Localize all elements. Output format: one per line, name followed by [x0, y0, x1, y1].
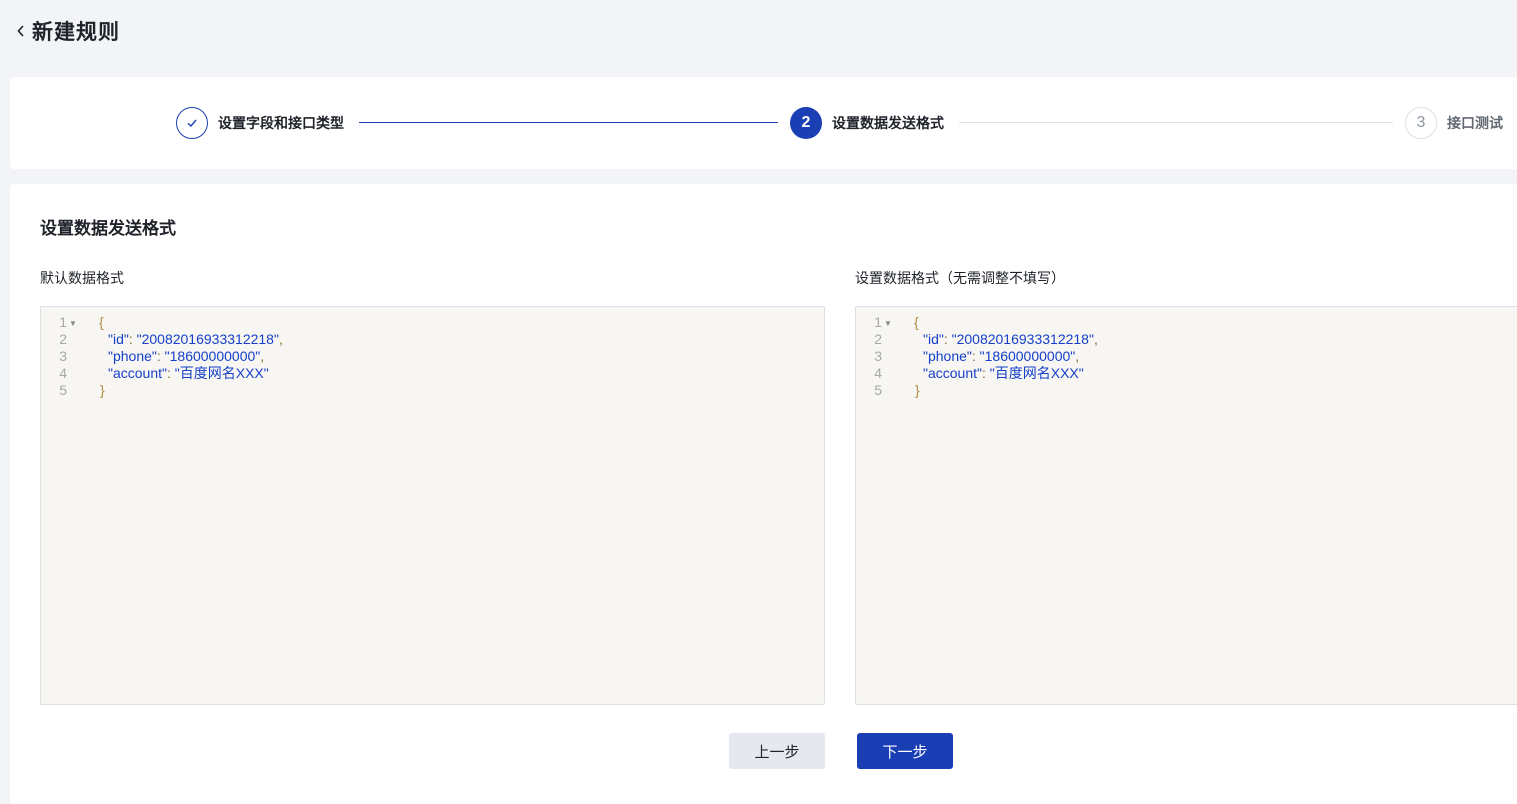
- code-line: 1 ▼ {: [41, 314, 104, 332]
- step-1-label: 设置字段和接口类型: [218, 115, 344, 131]
- fold-arrow-icon[interactable]: ▼: [882, 315, 894, 332]
- line-number: 2: [874, 331, 882, 347]
- line-number: 4: [59, 365, 67, 381]
- code-token: "account": [923, 365, 982, 381]
- code-line: 2 "id": "20082016933312218",: [856, 331, 1098, 348]
- line-number: 4: [874, 365, 882, 381]
- code-line: 2 "id": "20082016933312218",: [41, 331, 283, 348]
- code-token: "20082016933312218": [136, 331, 279, 347]
- code-token: {: [914, 314, 919, 330]
- code-token: "account": [108, 365, 167, 381]
- code-line: 1 ▼ {: [856, 314, 919, 332]
- step-connector-2: [959, 122, 1393, 123]
- code-token: "id": [923, 331, 944, 347]
- step-2[interactable]: 2 设置数据发送格式: [790, 107, 944, 139]
- fold-arrow-icon[interactable]: ▼: [67, 315, 79, 332]
- code-token: {: [99, 314, 104, 330]
- code-line: 3 "phone": "18600000000",: [856, 348, 1079, 365]
- main-card: 设置数据发送格式 默认数据格式 1 ▼{ 2 "id": "200820169333…: [10, 184, 1517, 804]
- code-line: 4 "account": "百度网名XXX": [856, 365, 1084, 382]
- code-line: 5}: [856, 382, 920, 399]
- code-token: "百度网名XXX": [989, 365, 1084, 381]
- code-token: }: [915, 382, 920, 398]
- line-number: 5: [59, 382, 67, 398]
- line-number: 3: [59, 348, 67, 364]
- code-token: }: [100, 382, 105, 398]
- code-line: 3 "phone": "18600000000",: [41, 348, 264, 365]
- code-token: "18600000000": [979, 348, 1076, 364]
- page-title: 新建规则: [32, 21, 120, 44]
- prev-step-button[interactable]: 上一步: [729, 733, 825, 769]
- line-number: 2: [59, 331, 67, 347]
- check-icon: [176, 107, 208, 139]
- steps-card: 设置字段和接口类型 2 设置数据发送格式 3 接口测试: [10, 77, 1517, 169]
- left-editor-label: 默认数据格式: [40, 270, 124, 286]
- line-number: 1: [874, 314, 882, 330]
- code-token: "phone": [108, 348, 157, 364]
- step-3[interactable]: 3 接口测试: [1405, 107, 1503, 139]
- step-1[interactable]: 设置字段和接口类型: [176, 107, 344, 139]
- line-number: 3: [874, 348, 882, 364]
- line-number: 1: [59, 314, 67, 330]
- step-connector-1: [359, 122, 778, 123]
- custom-format-editor[interactable]: 1 ▼{ 2 "id": "20082016933312218", 3 "phone"…: [855, 306, 1517, 705]
- step-2-label: 设置数据发送格式: [832, 115, 944, 131]
- code-token: "百度网名XXX": [174, 365, 269, 381]
- line-number: 5: [874, 382, 882, 398]
- step-3-label: 接口测试: [1447, 115, 1503, 131]
- code-token: "20082016933312218": [951, 331, 1094, 347]
- next-step-button[interactable]: 下一步: [857, 733, 953, 769]
- code-line: 5}: [41, 382, 105, 399]
- step-2-number: 2: [790, 107, 822, 139]
- default-format-editor[interactable]: 1 ▼{ 2 "id": "20082016933312218", 3 "phone"…: [40, 306, 825, 705]
- code-token: "18600000000": [164, 348, 261, 364]
- page-header: 新建规则: [0, 0, 120, 62]
- step-3-number: 3: [1405, 107, 1437, 139]
- code-token: "id": [108, 331, 129, 347]
- chevron-left-icon[interactable]: [12, 22, 30, 40]
- right-editor-label: 设置数据格式（无需调整不填写）: [855, 270, 1065, 286]
- code-line: 4 "account": "百度网名XXX": [41, 365, 269, 382]
- code-token: "phone": [923, 348, 972, 364]
- section-title: 设置数据发送格式: [40, 219, 176, 238]
